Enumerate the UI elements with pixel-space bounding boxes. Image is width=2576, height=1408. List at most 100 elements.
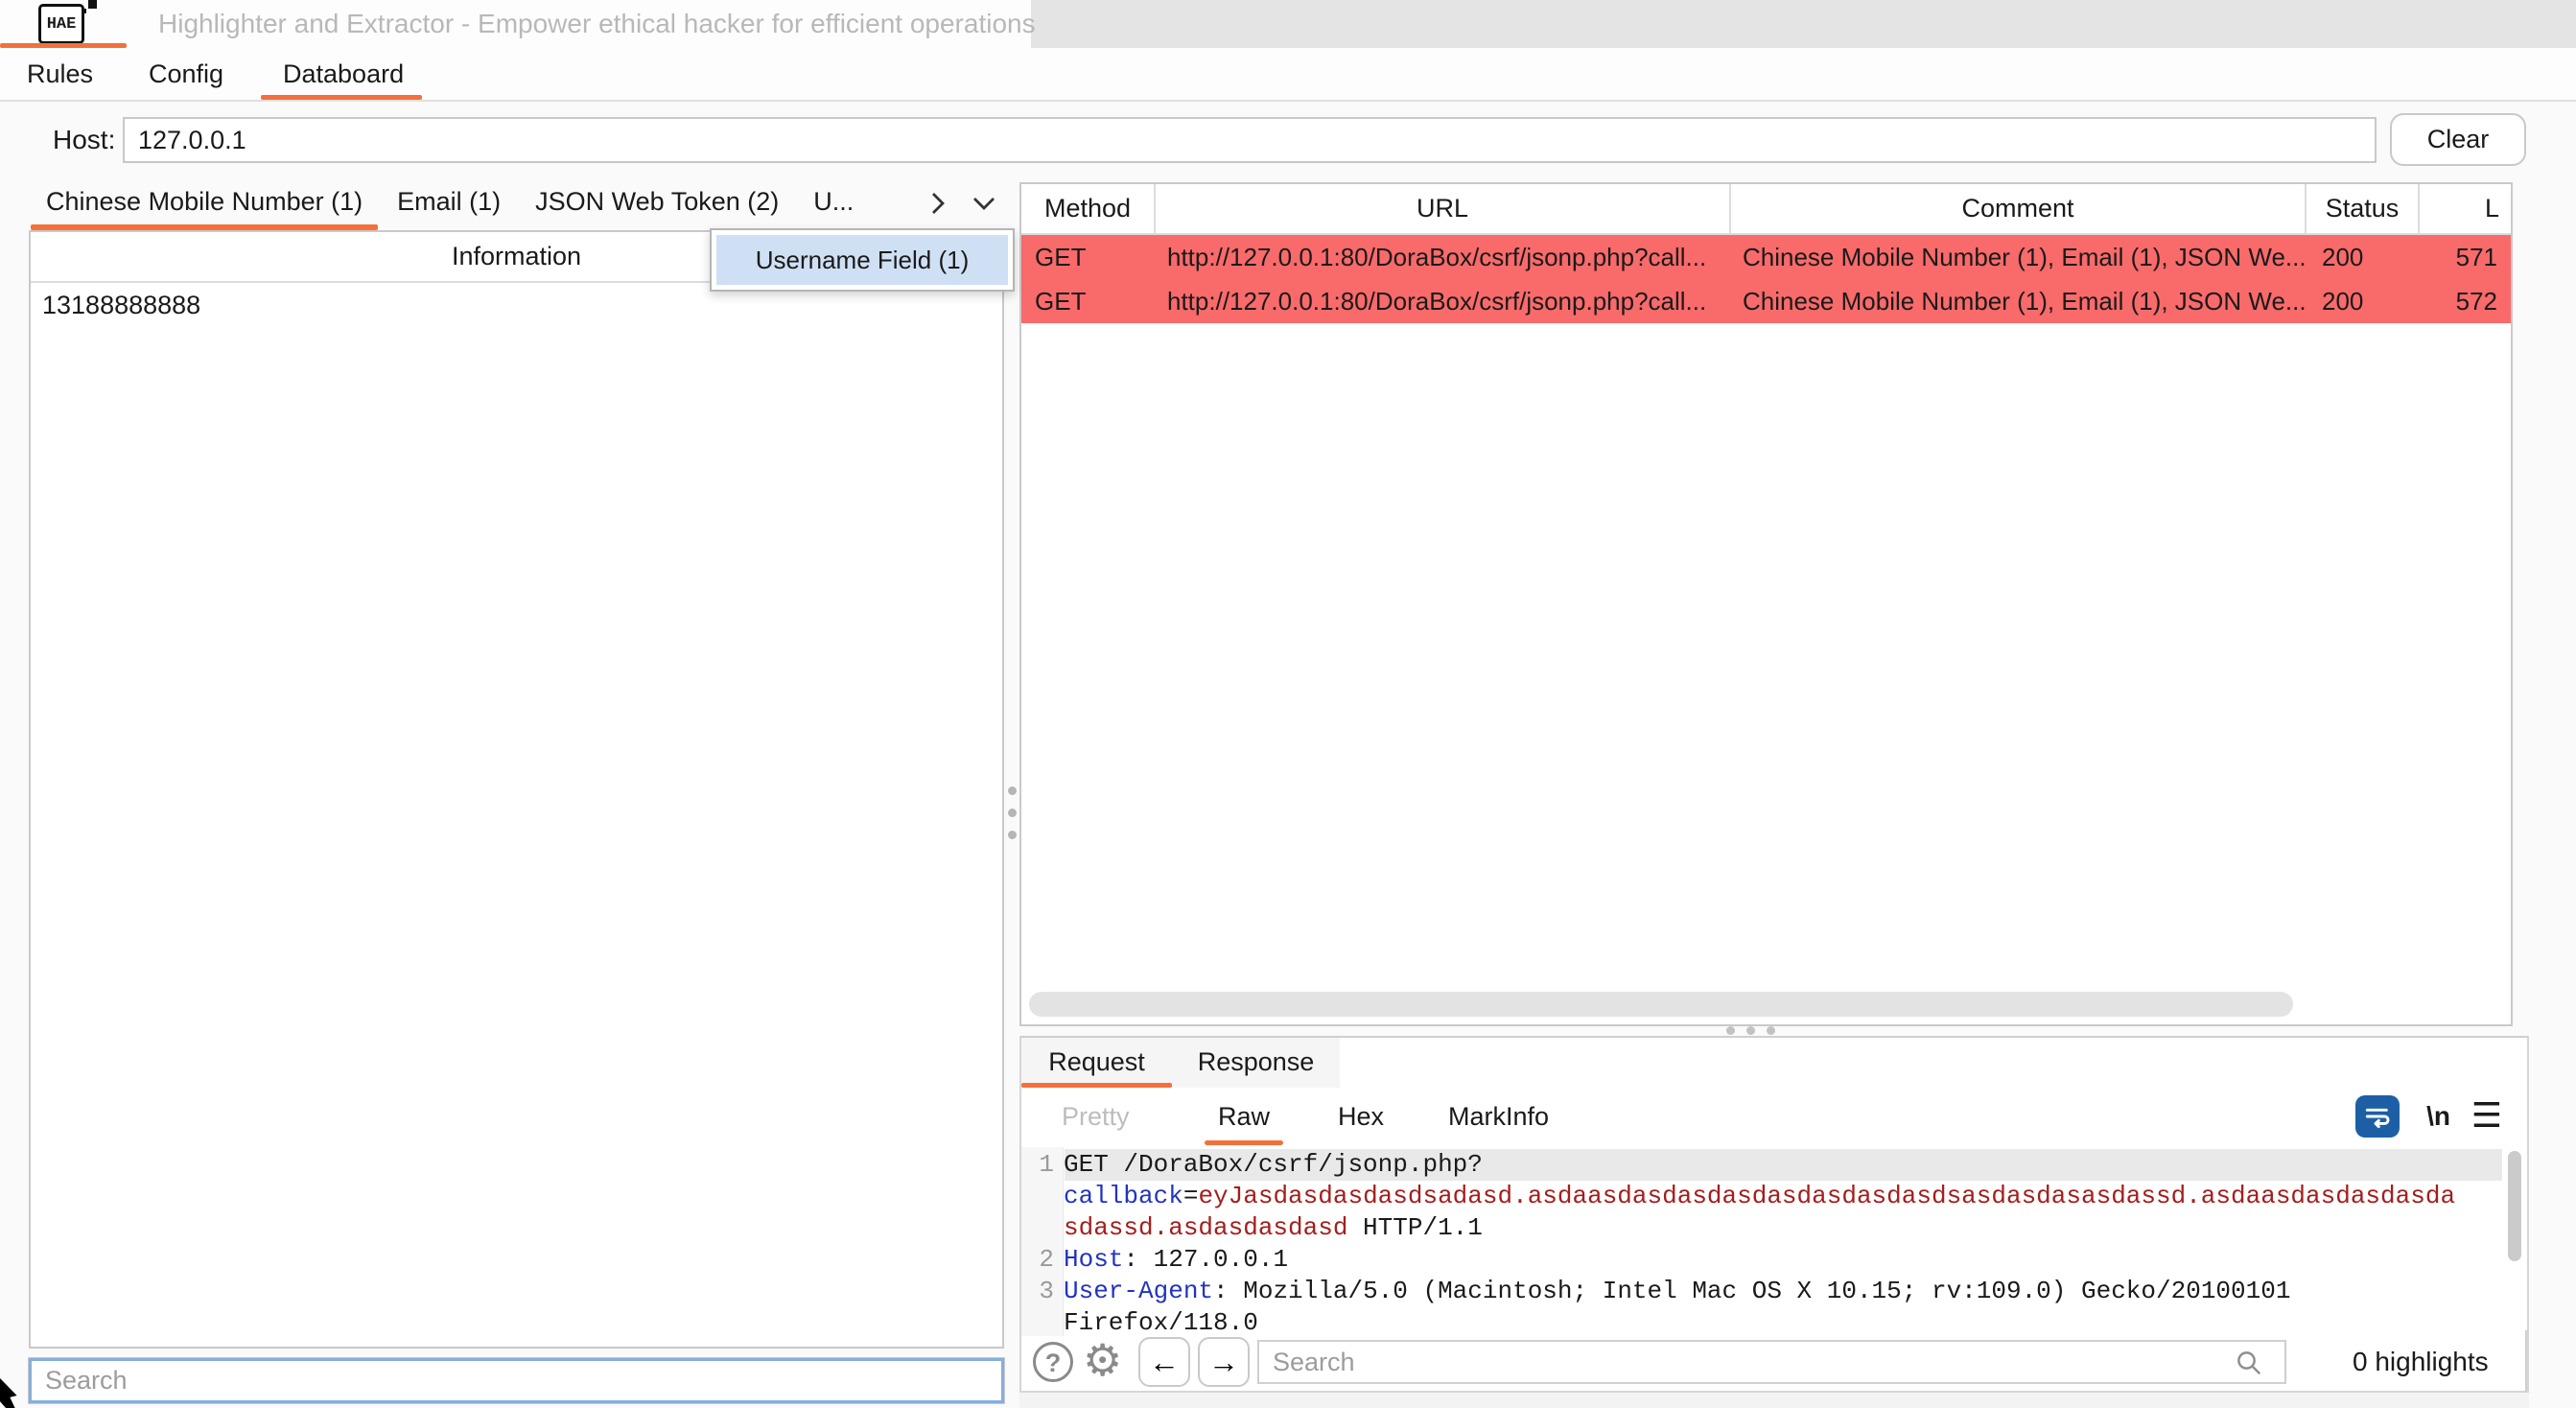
cell-length: 571: [2420, 243, 2511, 272]
hae-logo-tab[interactable]: HAE: [0, 0, 127, 48]
column-header-comment[interactable]: Comment: [1731, 184, 2307, 233]
word-wrap-icon: [2362, 1101, 2393, 1132]
code-header-name: User-Agent: [1064, 1277, 1213, 1305]
cell-comment: Chinese Mobile Number (1), Email (1), JS…: [1731, 243, 2307, 272]
gear-icon[interactable]: ⚙: [1083, 1335, 1122, 1390]
code-param-name: callback: [1064, 1182, 1183, 1210]
dropdown-item-username-field[interactable]: Username Field (1): [716, 235, 1008, 285]
message-viewer: Request Response Pretty Raw Hex MarkInfo: [1019, 1036, 2529, 1393]
cell-comment: Chinese Mobile Number (1), Email (1), JS…: [1731, 287, 2307, 317]
code-lines: 1 GET /DoraBox/csrf/jsonp.php? callback=e…: [1021, 1147, 2527, 1336]
line-content: User-Agent: Mozilla/5.0 (Macintosh; Inte…: [1064, 1276, 2464, 1336]
column-header-status[interactable]: Status: [2307, 184, 2420, 233]
code-line: 1 GET /DoraBox/csrf/jsonp.php? callback=e…: [1021, 1149, 2527, 1244]
mode-hex[interactable]: Hex: [1338, 1088, 1384, 1147]
tab-rules[interactable]: Rules: [27, 48, 93, 100]
information-table: Information 13188888888: [29, 230, 1004, 1349]
tab-request[interactable]: Request: [1021, 1038, 1172, 1088]
code-header-value: Mozilla/5.0 (Macintosh; Intel Mac OS X 1…: [1064, 1277, 2306, 1336]
cell-method: GET: [1021, 287, 1156, 317]
code-text: :: [1213, 1277, 1243, 1305]
hae-logo-icon: HAE: [38, 4, 84, 44]
code-text: =: [1183, 1182, 1199, 1210]
vertical-scrollbar[interactable]: [2508, 1151, 2521, 1261]
titlebar-filler: [1031, 0, 2576, 48]
tab-username-field-truncated[interactable]: U...: [796, 178, 871, 228]
active-tab-underline: [261, 95, 422, 100]
newline-toggle[interactable]: \n: [2426, 1088, 2450, 1147]
hae-logo-pixel: [88, 0, 97, 9]
back-arrow-button[interactable]: ←: [1138, 1337, 1190, 1387]
viewer-footer: ? ⚙ ← → 0 highlights: [1021, 1336, 2527, 1391]
cell-method: GET: [1021, 243, 1156, 272]
tab-overflow-dropdown: Username Field (1): [710, 228, 1015, 292]
tab-label: Chinese Mobile Number (1): [46, 187, 363, 216]
code-text: GET /DoraBox/csrf/jsonp.php?: [1064, 1150, 1483, 1179]
clear-button[interactable]: Clear: [2390, 113, 2526, 166]
code-line: 2 Host: 127.0.0.1: [1021, 1244, 2527, 1276]
main-tab-bar: Rules Config Databoard: [0, 48, 2576, 102]
code-text: HTTP/1.1: [1347, 1213, 1482, 1242]
mode-markinfo[interactable]: MarkInfo: [1448, 1088, 1549, 1147]
code-param-value: eyJasdasdasdasdsadasd.asdaasdasdasdasdas…: [1064, 1182, 2455, 1242]
information-search-input[interactable]: [29, 1358, 1004, 1403]
horizontal-splitter-handle[interactable]: [1726, 1026, 1775, 1035]
request-editor[interactable]: 1 GET /DoraBox/csrf/jsonp.php? callback=e…: [1021, 1147, 2527, 1336]
tab-label: Raw: [1218, 1102, 1270, 1131]
chevron-down-icon[interactable]: [970, 189, 998, 218]
tab-databoard[interactable]: Databoard: [283, 48, 404, 100]
hae-logo-pixel: [82, 9, 86, 13]
horizontal-scrollbar[interactable]: [1029, 992, 2293, 1017]
hamburger-menu-icon[interactable]: ☰: [2471, 1088, 2502, 1147]
code-text: :: [1123, 1245, 1153, 1274]
vertical-splitter-handle[interactable]: [1008, 786, 1018, 839]
title-bar: HAE Highlighter and Extractor - Empower …: [0, 0, 2576, 48]
column-header-length[interactable]: L: [2420, 184, 2511, 233]
hae-window: HAE Highlighter and Extractor - Empower …: [0, 0, 2576, 1408]
column-header-url[interactable]: URL: [1156, 184, 1731, 233]
mouse-cursor: [0, 1378, 19, 1408]
cell-url: http://127.0.0.1:80/DoraBox/csrf/jsonp.p…: [1156, 287, 1731, 317]
host-input[interactable]: [123, 117, 2377, 163]
line-number: 2: [1021, 1244, 1064, 1276]
tab-label: JSON Web Token (2): [535, 187, 779, 216]
window-bottom-strip: [1019, 1393, 2529, 1408]
line-content: GET /DoraBox/csrf/jsonp.php? callback=eyJ…: [1064, 1149, 2464, 1244]
table-row[interactable]: GET http://127.0.0.1:80/DoraBox/csrf/jso…: [1021, 279, 2511, 323]
line-number: 3: [1021, 1276, 1064, 1336]
host-label: Host:: [53, 102, 115, 178]
tab-response[interactable]: Response: [1172, 1038, 1340, 1088]
cell-status: 200: [2307, 287, 2420, 317]
help-icon[interactable]: ?: [1033, 1342, 1073, 1382]
line-content: Host: 127.0.0.1: [1064, 1244, 2464, 1276]
forward-arrow-button[interactable]: →: [1198, 1337, 1250, 1387]
word-wrap-button[interactable]: [2355, 1095, 2400, 1138]
tab-overflow-controls: [924, 189, 1004, 218]
table-row[interactable]: GET http://127.0.0.1:80/DoraBox/csrf/jso…: [1021, 235, 2511, 279]
tab-chinese-mobile-number[interactable]: Chinese Mobile Number (1): [29, 178, 380, 228]
mode-raw[interactable]: Raw: [1218, 1088, 1270, 1147]
app-title: Highlighter and Extractor - Empower ethi…: [158, 0, 1036, 48]
editor-mode-bar: Pretty Raw Hex MarkInfo \n ☰: [1021, 1088, 2527, 1147]
cell-url: http://127.0.0.1:80/DoraBox/csrf/jsonp.p…: [1156, 243, 1731, 272]
footer-separator: [2525, 1330, 2527, 1394]
tab-label: Request: [1048, 1047, 1145, 1076]
tab-json-web-token[interactable]: JSON Web Token (2): [518, 178, 796, 228]
editor-search-input[interactable]: [1257, 1340, 2286, 1384]
requests-table-header: Method URL Comment Status L: [1021, 184, 2511, 235]
column-header-method[interactable]: Method: [1021, 184, 1156, 233]
tab-email[interactable]: Email (1): [380, 178, 518, 228]
mode-pretty[interactable]: Pretty: [1062, 1088, 1130, 1147]
search-icon: [2235, 1349, 2263, 1377]
tab-label: Email (1): [397, 187, 501, 216]
code-header-value: 127.0.0.1: [1154, 1245, 1288, 1274]
requests-table: Method URL Comment Status L GET http://1…: [1019, 182, 2513, 1026]
line-number: 1: [1021, 1149, 1064, 1244]
chevron-right-icon[interactable]: [924, 189, 952, 218]
cell-length: 572: [2420, 287, 2511, 317]
highlights-count: 0 highlights: [2353, 1336, 2489, 1388]
viewer-tab-bar: Request Response: [1021, 1038, 2527, 1088]
tab-label: U...: [813, 187, 854, 216]
tab-config[interactable]: Config: [149, 48, 223, 100]
datatype-tab-bar: Chinese Mobile Number (1) Email (1) JSON…: [29, 178, 1004, 228]
